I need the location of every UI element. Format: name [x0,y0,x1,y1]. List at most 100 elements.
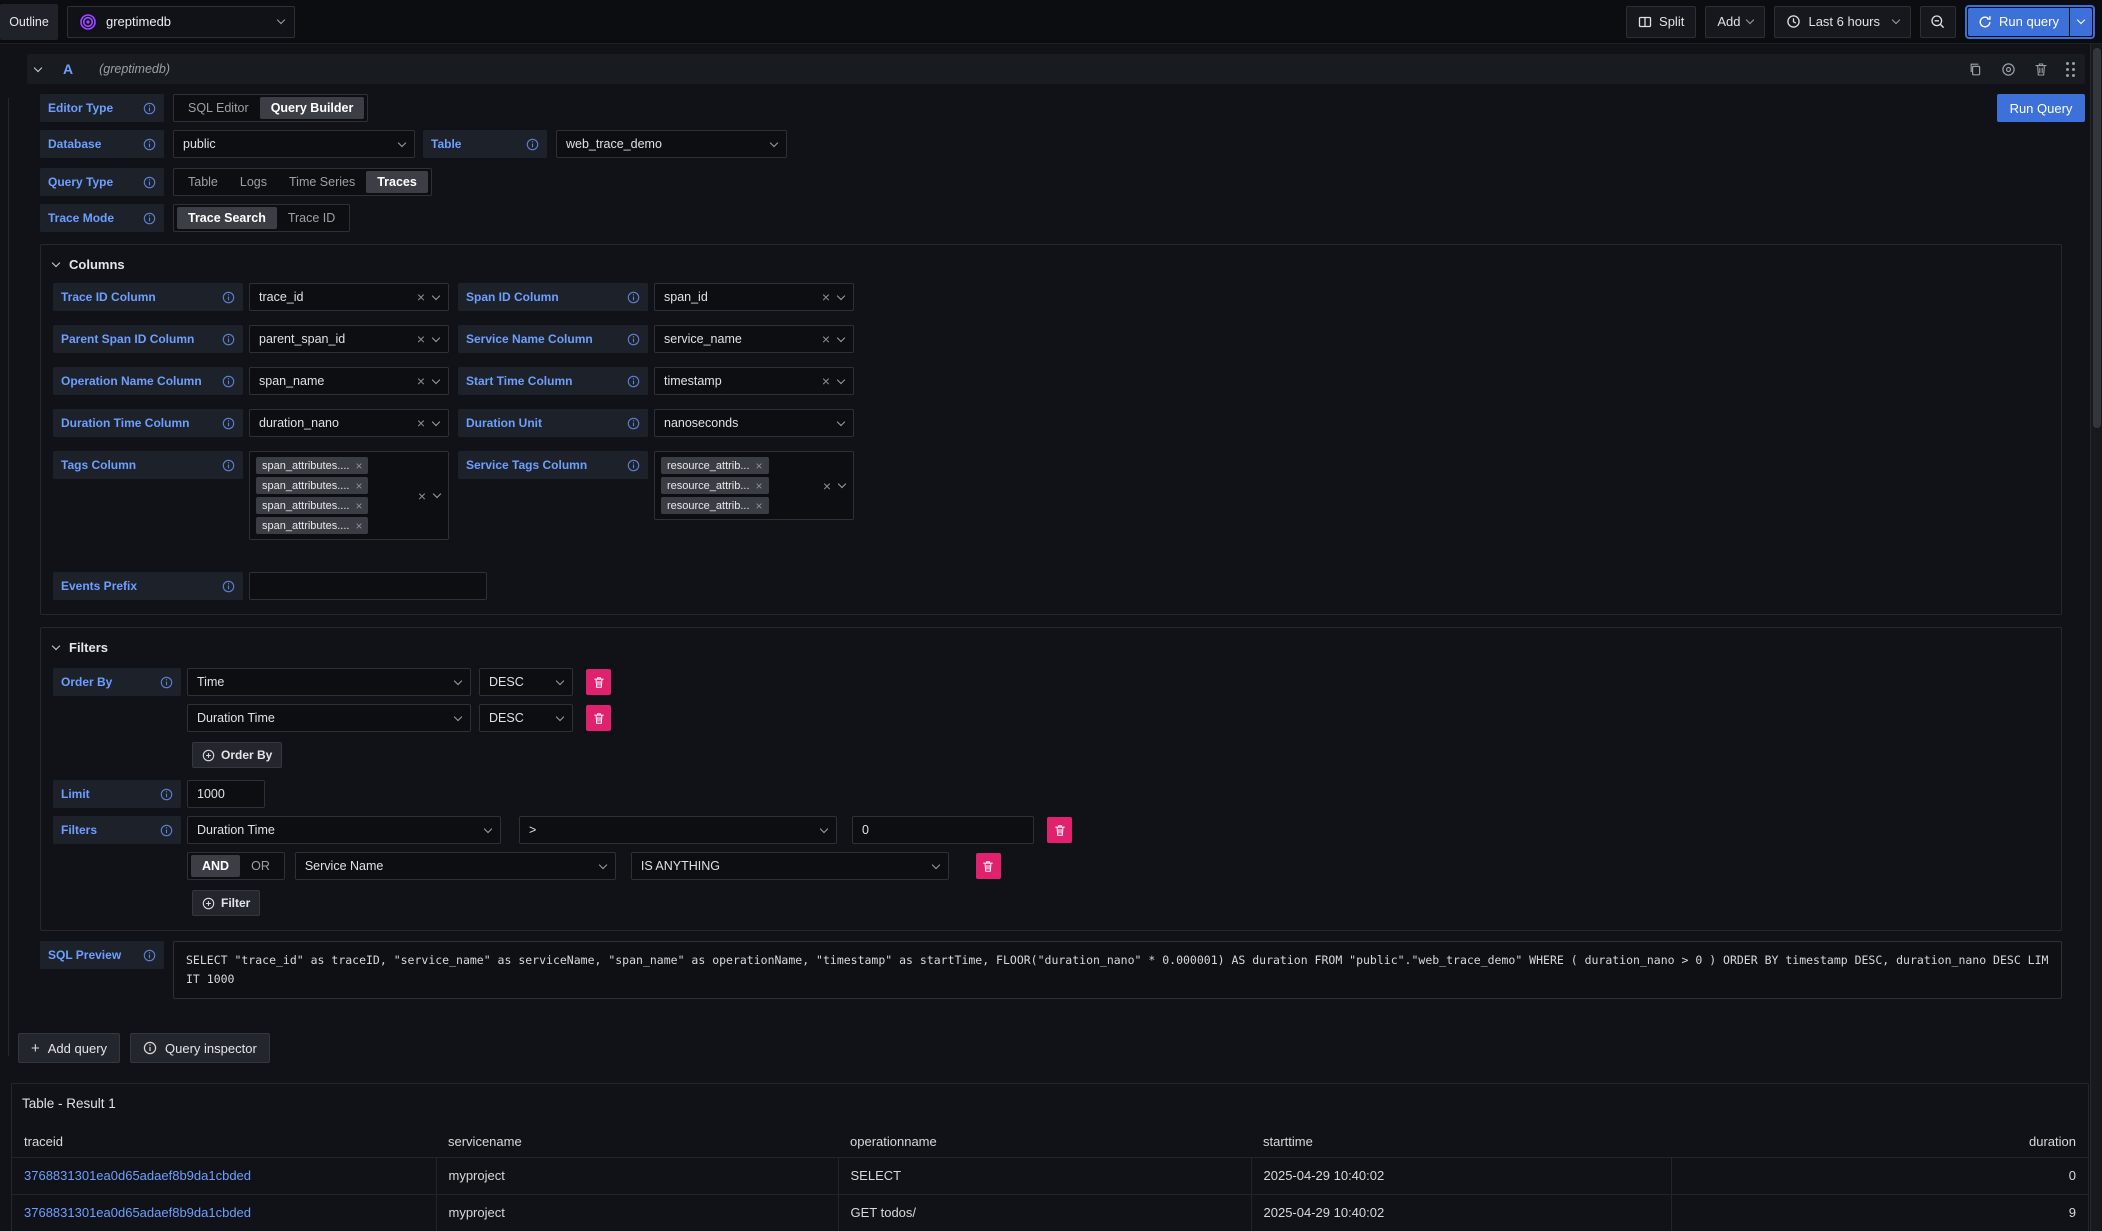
span-id-column-select[interactable]: span_id [654,283,854,311]
duration-unit-select[interactable]: nanoseconds [654,409,854,437]
clear-icon[interactable] [822,290,830,304]
option-query-builder[interactable]: Query Builder [260,97,365,119]
close-icon[interactable] [355,500,362,512]
info-icon[interactable] [627,459,640,472]
tag-chip[interactable]: span_attributes.... [256,477,368,494]
clear-icon[interactable] [417,290,425,304]
column-header-duration[interactable]: duration [1671,1127,2088,1157]
info-icon[interactable] [627,417,640,430]
add-button[interactable]: Add [1705,6,1765,38]
close-icon[interactable] [756,500,763,512]
info-icon[interactable] [627,333,640,346]
info-icon[interactable] [143,138,156,151]
info-icon[interactable] [627,291,640,304]
filter-field-select[interactable]: Duration Time [187,816,501,844]
tag-chip[interactable]: span_attributes.... [256,517,368,534]
split-button[interactable]: Split [1626,6,1696,38]
filter-operator-select[interactable]: > [519,816,837,844]
option-or[interactable]: OR [240,855,281,877]
info-icon[interactable] [160,676,173,689]
filter-value-input[interactable] [852,816,1034,844]
columns-section-header[interactable]: Columns [53,255,2049,273]
drag-handle-icon[interactable] [2066,62,2075,77]
tag-chip[interactable]: span_attributes.... [256,497,368,514]
duration-time-column-select[interactable]: duration_nano [249,409,449,437]
clear-icon[interactable] [822,332,830,346]
option-logs[interactable]: Logs [229,171,278,193]
option-and[interactable]: AND [191,855,240,877]
tag-chip[interactable]: span_attributes.... [256,457,368,474]
order-by-direction-select[interactable]: DESC [479,668,573,696]
close-icon[interactable] [355,520,362,532]
delete-query-icon[interactable] [2034,62,2048,77]
remove-filter-button-2[interactable] [976,853,1001,879]
column-header-traceid[interactable]: traceid [12,1127,436,1157]
close-icon[interactable] [355,460,362,472]
trace-id-column-select[interactable]: trace_id [249,283,449,311]
info-icon[interactable] [222,417,235,430]
info-icon[interactable] [222,580,235,593]
parent-span-id-column-select[interactable]: parent_span_id [249,325,449,353]
service-tag-chip[interactable]: resource_attrib... [661,497,769,514]
option-table[interactable]: Table [177,171,229,193]
info-icon[interactable] [143,212,156,225]
order-by-field-select-2[interactable]: Duration Time [187,704,471,732]
info-icon[interactable] [143,102,156,115]
clear-icon[interactable] [417,416,425,430]
option-sql-editor[interactable]: SQL Editor [177,97,260,119]
outline-tab[interactable]: Outline [0,4,58,40]
info-icon[interactable] [526,138,539,151]
clear-icon[interactable] [823,479,831,493]
option-traces[interactable]: Traces [366,171,428,193]
remove-order-by-button[interactable] [586,669,611,695]
info-icon[interactable] [143,176,156,189]
trace-id-link[interactable]: 3768831301ea0d65adaef8b9da1cbded [24,1205,251,1220]
clear-icon[interactable] [418,489,426,503]
duplicate-query-icon[interactable] [1968,62,1983,77]
info-icon[interactable] [627,375,640,388]
run-query-dropdown[interactable] [2070,8,2092,36]
table-select[interactable]: web_trace_demo [556,130,787,158]
collapse-chevron-icon[interactable] [34,63,42,71]
info-icon[interactable] [222,375,235,388]
scrollbar-track[interactable] [2090,44,2102,1231]
option-trace-id[interactable]: Trace ID [277,207,346,229]
option-time-series[interactable]: Time Series [278,171,366,193]
column-header-starttime[interactable]: starttime [1251,1127,1671,1157]
add-query-button[interactable]: Add query [18,1033,120,1063]
service-tag-chip[interactable]: resource_attrib... [661,457,769,474]
remove-order-by-button-2[interactable] [586,705,611,731]
column-header-operationname[interactable]: operationname [838,1127,1251,1157]
clear-icon[interactable] [417,332,425,346]
zoom-out-button[interactable] [1920,6,1956,38]
info-icon[interactable] [222,333,235,346]
service-tags-column-multiselect[interactable]: resource_attrib... resource_attrib... re… [654,451,854,520]
option-trace-search[interactable]: Trace Search [177,207,277,229]
info-icon[interactable] [143,949,156,962]
order-by-field-select[interactable]: Time [187,668,471,696]
time-range-button[interactable]: Last 6 hours [1774,6,1911,38]
close-icon[interactable] [756,480,763,492]
clear-icon[interactable] [822,374,830,388]
toggle-visibility-icon[interactable] [2001,62,2016,77]
info-icon[interactable] [222,291,235,304]
add-order-by-button[interactable]: Order By [192,742,282,768]
filter-field-select-2[interactable]: Service Name [295,852,616,880]
clear-icon[interactable] [417,374,425,388]
add-filter-button[interactable]: Filter [192,890,260,916]
limit-input[interactable] [187,780,265,808]
remove-filter-button[interactable] [1047,817,1072,843]
events-prefix-input[interactable] [249,572,487,600]
database-select[interactable]: public [173,130,415,158]
filters-section-header[interactable]: Filters [53,638,2049,656]
tags-column-multiselect[interactable]: span_attributes.... span_attributes.... … [249,451,449,540]
info-icon[interactable] [160,788,173,801]
info-icon[interactable] [222,459,235,472]
info-icon[interactable] [160,824,173,837]
filter-operator-select-2[interactable]: IS ANYTHING [631,852,949,880]
close-icon[interactable] [355,480,362,492]
scrollbar-thumb[interactable] [2093,48,2101,428]
service-tag-chip[interactable]: resource_attrib... [661,477,769,494]
column-header-servicename[interactable]: servicename [436,1127,838,1157]
service-name-column-select[interactable]: service_name [654,325,854,353]
